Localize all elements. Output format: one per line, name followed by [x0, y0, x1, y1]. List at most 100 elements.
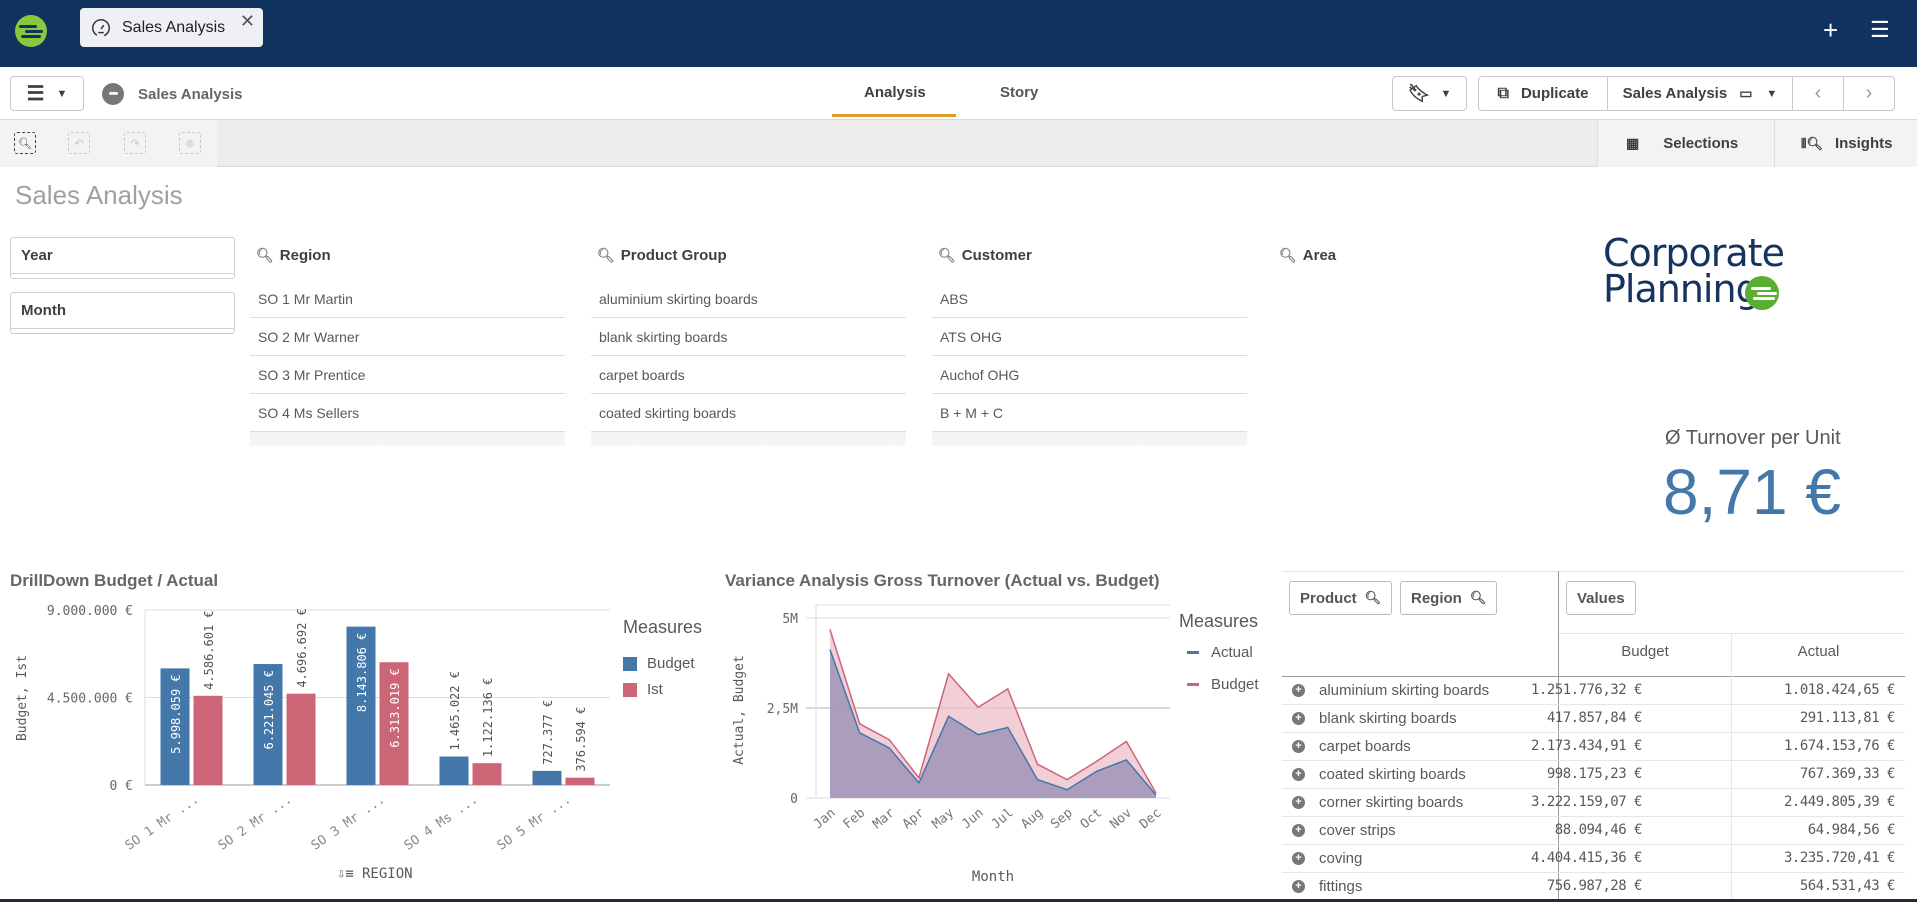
step-back-icon[interactable]: ↶: [68, 132, 90, 154]
button-label: Values: [1577, 589, 1625, 607]
list-item[interactable]: corner skirting boards: [591, 432, 906, 446]
listbox-region: 🔍︎ Region SO 1 Mr Martin SO 2 Mr Warner S…: [250, 240, 565, 446]
filter-month-label: Month: [21, 302, 66, 319]
kpi-label: Ø Turnover per Unit: [1665, 427, 1841, 449]
row-label: carpet boards: [1319, 738, 1411, 755]
list-item[interactable]: [932, 432, 1247, 446]
budget-cell: 417.857,84 €: [1546, 710, 1643, 726]
budget-cell: 4.404.415,36 €: [1530, 850, 1643, 866]
step-forward-icon[interactable]: ↷: [124, 132, 146, 154]
x-tick-label: SO 2 Mr ...: [216, 792, 295, 854]
listbox-area: 🔍︎ Area: [1273, 240, 1588, 446]
budget-cell: 1.251.776,32 €: [1530, 682, 1643, 698]
tab-story[interactable]: Story: [1000, 84, 1038, 101]
table-row[interactable]: + coving 4.404.415,36 € 3.235.720,41 €: [1282, 845, 1905, 873]
previous-sheet-button[interactable]: ‹: [1792, 76, 1844, 111]
table-row[interactable]: + fittings 756.987,28 € 564.531,43 €: [1282, 873, 1905, 901]
expand-icon[interactable]: +: [1292, 712, 1305, 725]
table-row[interactable]: + corner skirting boards 3.222.159,07 € 2.4…: [1282, 789, 1905, 817]
plus-icon[interactable]: +: [1823, 15, 1838, 46]
list-item[interactable]: B + M + C: [932, 394, 1247, 432]
insights-button[interactable]: ⫴🔍︎ Insights: [1801, 120, 1892, 167]
actual-cell: 564.531,43 €: [1799, 878, 1896, 894]
legend-label: Ist: [647, 681, 663, 698]
expand-icon[interactable]: +: [1292, 684, 1305, 697]
list-item[interactable]: carpet boards: [591, 356, 906, 394]
listbox-header[interactable]: 🔍︎ Area: [1273, 240, 1588, 270]
expand-icon[interactable]: +: [1292, 824, 1305, 837]
list-item[interactable]: ABS: [932, 280, 1247, 318]
smart-search-icon[interactable]: 🔍︎: [14, 132, 36, 154]
sheet-selector[interactable]: Sales Analysis ▭ ▼: [1607, 76, 1793, 111]
column-header-budget[interactable]: Budget: [1559, 643, 1731, 660]
region-dimension-button[interactable]: Region 🔍︎: [1400, 581, 1498, 615]
x-tick-label: Feb: [841, 805, 869, 832]
tab-analysis[interactable]: Analysis: [864, 84, 926, 101]
bar-ist: [565, 777, 595, 785]
table-row[interactable]: + coated skirting boards 998.175,23 € 767.3…: [1282, 761, 1905, 789]
app-tab[interactable]: Sales Analysis ✕: [80, 8, 263, 47]
product-dimension-button[interactable]: Product 🔍︎: [1289, 581, 1393, 615]
pivot-table: Product 🔍︎ Region 🔍︎ Values Budget Actual …: [1282, 571, 1905, 902]
table-row[interactable]: + blank skirting boards 417.857,84 € 291.11…: [1282, 705, 1905, 733]
close-icon[interactable]: ✕: [240, 11, 255, 32]
list-item[interactable]: SO 4 Ms Sellers: [250, 394, 565, 432]
expand-icon[interactable]: +: [1292, 768, 1305, 781]
filter-year[interactable]: Year: [10, 237, 235, 279]
hamburger-icon[interactable]: ☰: [1870, 17, 1890, 43]
expand-icon[interactable]: +: [1292, 852, 1305, 865]
listbox-header[interactable]: 🔍︎ Product Group: [591, 240, 906, 270]
table-row[interactable]: + aluminium skirting boards 1.251.776,32 €…: [1282, 677, 1905, 705]
legend-item-budget-line[interactable]: Budget: [1187, 676, 1259, 693]
list-item[interactable]: coated skirting boards: [591, 394, 906, 432]
bookmarks-button[interactable]: 🔖︎ ▼: [1392, 76, 1467, 111]
clear-selections-icon[interactable]: ⊗: [179, 132, 201, 154]
selections-button[interactable]: ▦ Selections: [1626, 120, 1738, 167]
values-button[interactable]: Values: [1566, 581, 1636, 615]
table-row[interactable]: + cover strips 88.094,46 € 64.984,56 €: [1282, 817, 1905, 845]
x-tick-label: Jun: [959, 806, 987, 833]
list-item[interactable]: SO 3 Mr Prentice: [250, 356, 565, 394]
bar-chart[interactable]: 0 € 4.500.000 € 9.000.000 € Budget, Ist 5.99…: [0, 595, 610, 895]
legend-item-ist[interactable]: Ist: [623, 681, 663, 698]
actual-cell: 1.674.153,76 €: [1783, 738, 1896, 754]
expand-icon[interactable]: +: [1292, 880, 1305, 893]
y-tick-label: 0 €: [110, 779, 133, 794]
row-label: coving: [1319, 850, 1363, 867]
expand-icon[interactable]: +: [1292, 740, 1305, 753]
x-tick-label: Sep: [1048, 805, 1076, 832]
list-item[interactable]: ATS OHG: [932, 318, 1247, 356]
qlik-logo-icon[interactable]: [15, 15, 47, 47]
global-menu-button[interactable]: ☰ ▼: [10, 76, 84, 111]
area-chart[interactable]: 0 2,5M 5M Actual, Budget Jan Feb Mar Apr May Jun J…: [720, 595, 1180, 895]
listbox-header[interactable]: 🔍︎ Region: [250, 240, 565, 270]
list-item[interactable]: Auchof OHG: [932, 356, 1247, 394]
table-row[interactable]: + carpet boards 2.173.434,91 € 1.674.153,76…: [1282, 733, 1905, 761]
chevron-right-icon: ›: [1865, 82, 1873, 104]
bar-value-label: 4.696.692 €: [295, 608, 309, 687]
list-item[interactable]: SO 1 Mr Martin: [250, 280, 565, 318]
list-item[interactable]: SO 5 Mr Edwards: [250, 432, 565, 446]
list-item[interactable]: SO 2 Mr Warner: [250, 318, 565, 356]
app-title[interactable]: ••• Sales Analysis: [102, 83, 243, 105]
list-item[interactable]: aluminium skirting boards: [591, 280, 906, 318]
listbox-header[interactable]: 🔍︎ Customer: [932, 240, 1247, 270]
hamburger-icon: ☰: [26, 83, 45, 105]
legend-item-actual[interactable]: Actual: [1187, 644, 1253, 661]
expand-icon[interactable]: +: [1292, 796, 1305, 809]
next-sheet-button[interactable]: ›: [1843, 76, 1895, 111]
search-icon: 🔍︎: [597, 246, 615, 263]
list-item[interactable]: blank skirting boards: [591, 318, 906, 356]
bar-value-label: 376.594 €: [574, 707, 588, 772]
legend-item-budget[interactable]: Budget: [623, 655, 695, 672]
filter-month[interactable]: Month: [10, 292, 235, 334]
legend-swatch: [623, 656, 637, 671]
duplicate-button[interactable]: ⧉ Duplicate: [1478, 76, 1608, 111]
row-label: blank skirting boards: [1319, 710, 1457, 727]
budget-cell: 756.987,28 €: [1546, 878, 1643, 894]
y-axis-label: Budget, Ist: [15, 655, 30, 741]
column-header-actual[interactable]: Actual: [1732, 643, 1905, 660]
logo-line1: Corporate: [1603, 231, 1785, 275]
legend-label: Budget: [647, 655, 695, 672]
bar-ist: [286, 693, 316, 785]
